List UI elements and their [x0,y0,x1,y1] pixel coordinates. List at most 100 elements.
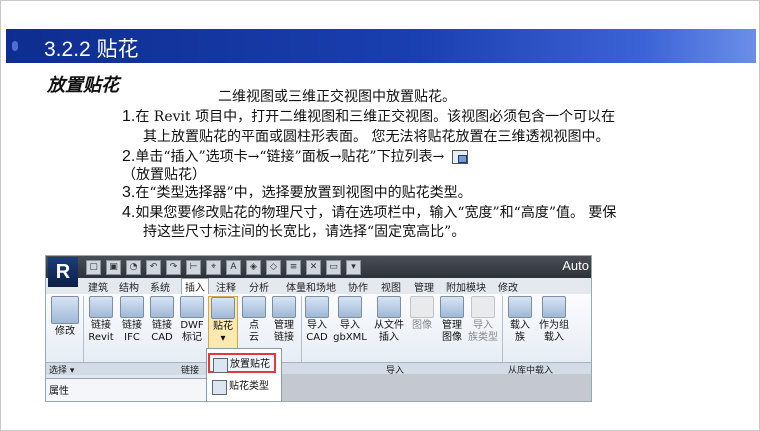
save-icon[interactable]: ▣ [106,260,121,275]
link-panel-label: 链接 [181,366,200,376]
tab-view[interactable]: 视图 [381,279,401,294]
import-cad-icon [305,296,329,318]
tab-insert[interactable]: 插入 [181,278,209,294]
link-cad-button[interactable]: 链接 CAD [148,296,176,344]
link-ifc-button[interactable]: 链接 IFC [118,296,146,344]
cursor-icon [51,296,79,324]
place-decal-icon [452,150,469,164]
modify-label: 修改 [55,326,75,337]
link-cad-label-1: 链接 [152,320,172,331]
tag-icon[interactable]: ⌖ [206,260,221,275]
banner-bullet-icon [12,41,18,51]
insert-from-file-label-1: 从文件 [374,320,404,331]
point-cloud-label-1: 点 [249,320,259,331]
manage-links-label-1: 管理 [274,320,294,331]
image-button[interactable]: 图像 [408,296,436,332]
undo-icon[interactable]: ↶ [146,260,161,275]
modify-button[interactable]: 修改 [50,296,80,338]
tab-annotate[interactable]: 注释 [216,279,236,294]
load-as-group-button[interactable]: 作为组 载入 [538,296,570,344]
point-cloud-button[interactable]: 点云 [242,296,266,344]
link-revit-button[interactable]: 链接 Revit [86,296,116,344]
load-as-group-icon [542,296,566,318]
step-3-number: 3. [122,184,136,201]
step-4-number: 4. [122,204,136,221]
insert-from-file-button[interactable]: 从文件 插入 [372,296,406,344]
step-4-line-1: 4.如果您要修改贴花的物理尺寸，请在选项栏中，输入“宽度”和“高度”值。 要保 [122,202,616,222]
title-banner: 3.2.2 贴花 [6,29,756,63]
revit-logo-button[interactable]: R [48,257,78,287]
app-title: Auto [562,258,589,273]
switch-windows-icon[interactable]: ▭ [326,260,341,275]
decal-icon [211,297,235,319]
manage-images-label-1: 管理 [442,320,462,331]
section-icon[interactable]: ◇ [266,260,281,275]
sync-icon[interactable]: ◔ [126,260,141,275]
place-decal-label: 放置贴花 [230,359,270,370]
tab-manage[interactable]: 管理 [414,279,434,294]
decal-types-menu-item[interactable]: 贴花类型 [209,377,275,397]
step-1-text: 在 Revit 项目中，打开二维视图和三维正交视图。该视图必须包含一个可以在 [135,109,616,125]
step-4-line-2: 持这些尺寸标注间的长宽比，请选择“固定宽高比”。 [143,224,466,240]
tab-modify[interactable]: 修改 [498,279,518,294]
manage-images-icon [440,296,464,318]
manage-links-button[interactable]: 管理 链接 [270,296,298,344]
load-as-group-label-1: 作为组 [539,320,569,331]
dwf-icon [180,296,204,318]
link-cad-label-2: CAD [151,332,173,343]
load-as-group-label-2: 载入 [544,332,564,343]
tab-addins[interactable]: 附加模块 [446,279,486,294]
load-family-button[interactable]: 载入族 [506,296,534,344]
load-family-icon [508,296,532,318]
import-family-types-label-2: 族类型 [468,332,498,343]
quick-access-toolbar: ▢ ▣ ◔ ↶ ↷ ⊢ ⌖ A ◈ ◇ ≡ ✕ ▭ ▾ Auto [46,256,591,278]
dwf-label-2: 标记 [182,332,202,343]
text-icon[interactable]: A [226,260,241,275]
import-family-types-button[interactable]: 导入 族类型 [468,296,498,344]
tab-massing-site[interactable]: 体量和场地 [286,279,336,294]
image-icon [410,296,434,318]
tab-collaborate[interactable]: 协作 [348,279,368,294]
chevron-down-icon: ▾ [220,333,226,344]
decal-dropdown-button[interactable]: 贴花 ▾ [208,296,238,350]
redo-icon[interactable]: ↷ [166,260,181,275]
insert-from-file-label-2: 插入 [379,332,399,343]
link-ifc-label-2: IFC [124,332,140,343]
import-gbxml-label-1: 导入 [340,320,360,331]
tab-analyze[interactable]: 分析 [249,279,269,294]
quick-access-icons: ▢ ▣ ◔ ↶ ↷ ⊢ ⌖ A ◈ ◇ ≡ ✕ ▭ ▾ [86,260,361,275]
link-revit-label-2: Revit [88,332,114,343]
step-3-text: 在“类型选择器”中，选择要放置到视图中的贴花类型。 [135,185,472,201]
tab-architecture[interactable]: 建筑 [88,279,108,294]
properties-title: 属性 [49,386,69,397]
section-heading: 放置贴花 [47,75,119,96]
3d-view-icon[interactable]: ◈ [246,260,261,275]
place-decal-menu-item[interactable]: 放置贴花 [208,353,276,373]
insert-ribbon: 修改 链接 Revit 链接 IFC 链接 CAD DWF 标记 贴花 ▾ 点云 管理 链接… [46,294,591,362]
load-family-label-1: 载入 [510,320,530,331]
step-2-number: 2. [122,148,136,165]
manage-images-button[interactable]: 管理 图像 [438,296,466,344]
dwf-markup-button[interactable]: DWF 标记 [178,296,206,344]
point-cloud-icon [242,296,266,318]
import-family-types-icon [471,296,495,318]
customize-qat-icon[interactable]: ▾ [346,260,361,275]
step-1-line-2: 其上放置贴花的平面或圆柱形表面。 您无法将贴花放置在三维透视视图中。 [143,129,610,145]
step-2-line-1: 2.单击“插入”选项卡→“链接”面板→贴花”下拉列表→ [122,146,469,166]
import-cad-button[interactable]: 导入 CAD [304,296,330,344]
image-label: 图像 [412,320,432,331]
thin-lines-icon[interactable]: ≡ [286,260,301,275]
tab-structure[interactable]: 结构 [119,279,139,294]
import-gbxml-button[interactable]: 导入 gbXML [332,296,368,344]
decal-types-icon [212,380,227,395]
place-decal-icon [213,358,228,373]
measure-icon[interactable]: ⊢ [186,260,201,275]
decal-dropdown-menu: 放置贴花 贴花类型 [206,348,282,401]
tab-systems[interactable]: 系统 [150,279,170,294]
decal-label: 贴花 [213,321,233,332]
select-panel-label[interactable]: 选择 ▾ [49,363,74,376]
close-hidden-icon[interactable]: ✕ [306,260,321,275]
open-icon[interactable]: ▢ [86,260,101,275]
link-ifc-label-1: 链接 [122,320,142,331]
step-1-line-1: 1.在 Revit 项目中，打开二维视图和三维正交视图。该视图必须包含一个可以在 [122,106,615,126]
